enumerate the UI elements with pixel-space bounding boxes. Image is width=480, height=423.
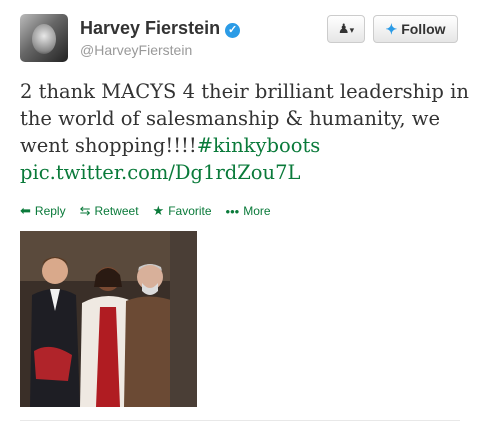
verified-check-icon: ✓	[225, 23, 241, 38]
user-menu-button[interactable]: ♟▾	[327, 15, 365, 43]
more-label: More	[243, 204, 271, 218]
retweet-label: Retweet	[94, 204, 139, 218]
retweet-icon: ⇆	[79, 203, 91, 218]
reply-action[interactable]: ⬅ Reply	[20, 203, 66, 219]
chevron-down-icon: ▾	[349, 25, 355, 35]
bottom-divider	[20, 420, 460, 421]
author-avatar[interactable]	[20, 14, 68, 62]
tweet-text: 2 thank MACYS 4 their brilliant leadersh…	[20, 78, 470, 186]
photo-illustration	[20, 231, 197, 407]
tweet-photo[interactable]	[20, 231, 197, 407]
tweet-actions: ⬅ Reply ⇆ Retweet ★ Favorite ••• More	[20, 203, 271, 219]
user-icon: ♟	[337, 21, 350, 36]
more-action[interactable]: ••• More	[226, 204, 271, 219]
follow-label: Follow	[401, 21, 446, 37]
author-name-text[interactable]: Harvey Fierstein	[80, 18, 220, 38]
hashtag-link[interactable]: #kinkyboots	[197, 134, 321, 157]
reply-label: Reply	[34, 204, 66, 218]
favorite-action[interactable]: ★ Favorite	[153, 203, 212, 219]
more-icon: •••	[225, 203, 240, 219]
author-handle[interactable]: @HarveyFierstein	[80, 42, 192, 58]
retweet-action[interactable]: ⇆ Retweet	[80, 203, 139, 219]
avatar-face	[32, 24, 56, 54]
media-link[interactable]: pic.twitter.com/Dg1rdZou7L	[20, 161, 300, 184]
star-icon: ★	[152, 203, 165, 218]
reply-icon: ⬅	[20, 203, 31, 218]
favorite-label: Favorite	[168, 204, 212, 218]
author-name[interactable]: Harvey Fierstein ✓	[80, 18, 241, 39]
follow-button[interactable]: ✦ Follow	[373, 15, 458, 43]
twitter-bird-icon: ✦	[385, 21, 398, 37]
